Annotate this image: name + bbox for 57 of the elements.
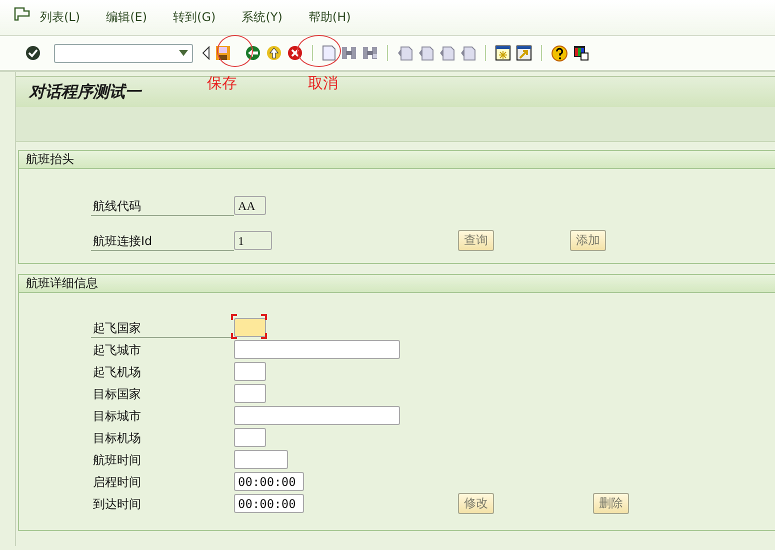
menu-item[interactable]: 帮助(H) [308, 9, 351, 26]
back-icon[interactable] [245, 45, 261, 61]
annotation-circle [297, 35, 341, 67]
previous-page-icon[interactable] [418, 45, 434, 61]
menu-item[interactable]: 系统(Y) [242, 9, 282, 26]
field-label: 起飞城市 [92, 342, 142, 359]
last-page-icon[interactable] [460, 45, 476, 61]
input-field[interactable] [234, 318, 266, 337]
menu-item[interactable]: 转到(G) [173, 9, 216, 26]
input-field[interactable] [234, 406, 400, 425]
input-field[interactable] [234, 362, 266, 381]
save-icon[interactable] [215, 45, 231, 61]
command-field[interactable] [54, 44, 193, 62]
field-label: 航班连接Id [91, 230, 234, 251]
field-label: 到达时间 [92, 496, 142, 513]
field-label: 目标城市 [92, 408, 142, 425]
first-page-icon[interactable] [397, 45, 413, 61]
menu-icon[interactable] [14, 6, 30, 20]
action-button[interactable]: 修改 [458, 493, 494, 514]
find-next-icon[interactable] [362, 45, 378, 61]
layout-icon[interactable] [573, 45, 589, 61]
field-label: 航班时间 [92, 452, 142, 469]
input-field[interactable]: 00:00:00 [234, 494, 304, 513]
menu-item[interactable]: 编辑(E) [106, 9, 148, 26]
menu-item[interactable]: 列表(L) [40, 9, 80, 26]
annotation-circle [217, 35, 253, 67]
group-title: 航班详细信息 [19, 275, 775, 293]
shortcut-icon[interactable] [516, 45, 532, 61]
next-page-icon[interactable] [439, 45, 455, 61]
field-label: 航线代码 [91, 195, 234, 216]
input-field[interactable]: 1 [234, 231, 272, 250]
input-field[interactable] [234, 450, 288, 469]
action-button[interactable]: 查询 [458, 230, 494, 251]
screen-title: 对话程序测试一 [29, 82, 141, 102]
input-field[interactable] [234, 340, 400, 359]
find-icon[interactable] [341, 45, 357, 61]
action-button[interactable]: 删除 [593, 493, 629, 514]
check-icon[interactable] [25, 45, 41, 61]
dropdown-arrow-icon[interactable] [179, 50, 188, 56]
print-icon[interactable] [322, 45, 336, 61]
annotation-text: 取消 [308, 74, 338, 93]
collapse-icon[interactable] [202, 46, 210, 60]
group-title: 航班抬头 [19, 151, 775, 169]
field-label: 目标机场 [92, 430, 142, 447]
field-label: 目标国家 [92, 386, 142, 403]
input-field[interactable]: 00:00:00 [234, 472, 304, 491]
cancel-icon[interactable] [287, 45, 303, 61]
input-field[interactable] [234, 428, 266, 447]
input-field[interactable] [234, 384, 266, 403]
annotation-text: 保存 [207, 74, 237, 93]
action-button[interactable]: 添加 [570, 230, 606, 251]
help-icon[interactable] [551, 44, 568, 62]
field-label: 起飞机场 [92, 364, 142, 381]
exit-icon[interactable] [266, 45, 282, 61]
input-field[interactable]: AA [234, 196, 266, 215]
new-window-icon[interactable] [495, 45, 511, 61]
field-label: 启程时间 [92, 474, 142, 491]
